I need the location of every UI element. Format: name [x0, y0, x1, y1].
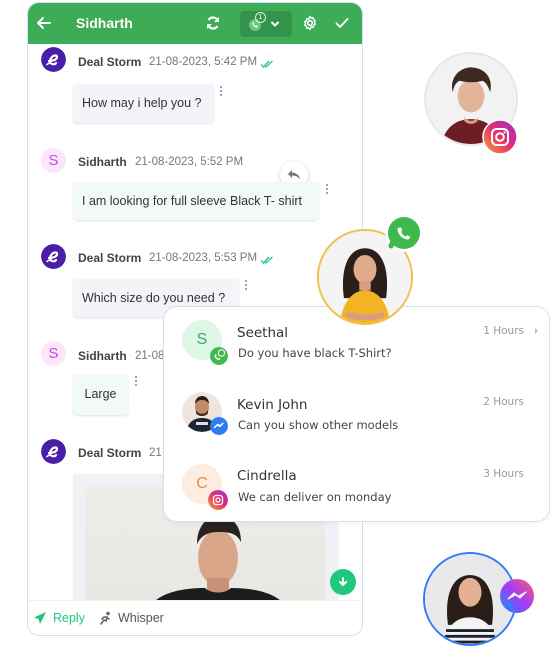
- conversation-item[interactable]: C Cindrella We can deliver on monday 3 H…: [164, 451, 549, 521]
- deal-storm-logo-icon: [41, 244, 66, 269]
- message-time: 2 Hours: [483, 396, 524, 408]
- reply-tab[interactable]: Reply: [33, 611, 85, 625]
- contact-name: Kevin John: [237, 397, 308, 413]
- refresh-icon[interactable]: [205, 15, 221, 31]
- send-icon: [34, 612, 46, 624]
- message-timestamp: 21-08: [135, 350, 165, 362]
- message-timestamp: 21-08-2023, 5:42 PM: [149, 56, 258, 68]
- chat-footer: Reply Whisper: [28, 600, 362, 635]
- message-sender: Deal Storm: [78, 446, 142, 460]
- instagram-icon: [482, 119, 518, 155]
- sender-avatar: S: [41, 148, 66, 173]
- whatsapp-icon: [385, 214, 423, 252]
- message-sender: Deal Storm: [78, 251, 142, 265]
- message-text: Large: [84, 387, 117, 401]
- check-icon[interactable]: [334, 15, 350, 31]
- message-time: 1 Hours: [483, 325, 524, 337]
- message-bubble: Large: [73, 374, 128, 415]
- message-timestamp: 21: [149, 447, 162, 459]
- message-sender: Deal Storm: [78, 55, 142, 69]
- back-arrow-icon[interactable]: [34, 13, 54, 33]
- contact-name: Seethal: [237, 325, 289, 341]
- messenger-icon: [210, 417, 228, 435]
- reply-label: Reply: [53, 611, 85, 625]
- message-options-icon[interactable]: [325, 184, 329, 196]
- channel-selector[interactable]: 1: [240, 11, 292, 37]
- read-receipt-icon: [260, 60, 273, 68]
- whatsapp-icon: [210, 347, 228, 365]
- chat-header: Sidharth 1: [28, 3, 362, 44]
- sender-avatar: S: [41, 341, 66, 366]
- chat-title: Sidharth: [76, 15, 133, 31]
- whisper-label: Whisper: [118, 611, 164, 625]
- conversation-item[interactable]: Kevin John Can you show other models 2 H…: [164, 379, 549, 449]
- read-receipt-icon: [260, 256, 273, 264]
- reply-icon: [288, 170, 300, 180]
- messenger-icon: [500, 579, 534, 613]
- message-sender: Sidharth: [78, 155, 127, 169]
- message-bubble: How may i help you ?: [73, 84, 214, 123]
- whisper-tab[interactable]: Whisper: [98, 611, 164, 625]
- chevron-right-icon: [535, 328, 538, 334]
- deal-storm-logo-icon: [41, 439, 66, 464]
- chevron-down-icon: [271, 21, 279, 27]
- last-message: We can deliver on monday: [238, 490, 392, 504]
- message-options-icon[interactable]: [219, 86, 223, 98]
- arrow-down-icon: [339, 577, 347, 586]
- message-text: I am looking for full sleeve Black T- sh…: [82, 194, 302, 208]
- conversation-list-card: S Seethal Do you have black T-Shirt? 1 H…: [163, 306, 550, 522]
- last-message: Can you show other models: [238, 418, 399, 432]
- scroll-to-bottom-button[interactable]: [330, 569, 356, 595]
- gear-icon[interactable]: [302, 15, 318, 31]
- message-text: Which size do you need ?: [82, 291, 226, 305]
- instagram-icon: [208, 490, 228, 510]
- message-time: 3 Hours: [483, 468, 524, 480]
- channel-badge-count: 1: [255, 12, 266, 23]
- message-timestamp: 21-08-2023, 5:53 PM: [149, 252, 258, 264]
- deal-storm-logo-icon: [41, 47, 66, 72]
- last-message: Do you have black T-Shirt?: [238, 346, 392, 360]
- message-options-icon[interactable]: [134, 376, 138, 388]
- whisper-icon: [100, 611, 110, 625]
- message-options-icon[interactable]: [244, 280, 248, 292]
- message-timestamp: 21-08-2023, 5:52 PM: [135, 156, 244, 168]
- message-sender: Sidharth: [78, 349, 127, 363]
- message-text: How may i help you ?: [82, 96, 202, 110]
- message-bubble: I am looking for full sleeve Black T- sh…: [73, 182, 319, 220]
- contact-name: Cindrella: [237, 468, 297, 484]
